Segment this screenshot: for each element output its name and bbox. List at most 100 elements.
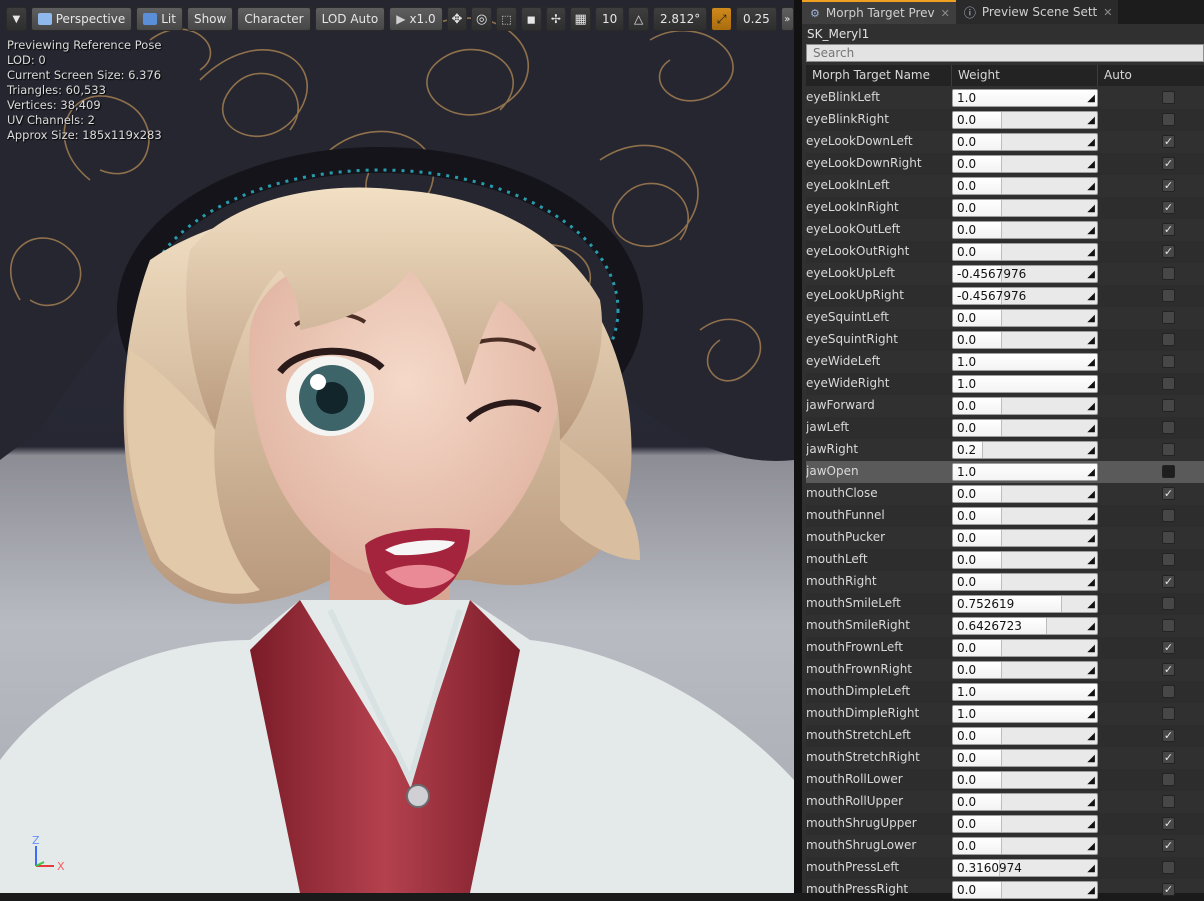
- weight-spinbox[interactable]: 0.0 ◢: [952, 749, 1098, 767]
- search-input[interactable]: [806, 44, 1204, 62]
- auto-checkbox[interactable]: ✓: [1162, 817, 1175, 830]
- weight-spinbox[interactable]: 1.0 ◢: [952, 353, 1098, 371]
- viewport-menu-button[interactable]: ▼: [6, 7, 27, 31]
- auto-checkbox[interactable]: ✓: [1162, 729, 1175, 742]
- weight-spinbox[interactable]: 0.0 ◢: [952, 155, 1098, 173]
- weight-spinbox[interactable]: 0.0 ◢: [952, 639, 1098, 657]
- grid-size-button[interactable]: 10: [594, 7, 625, 31]
- auto-checkbox[interactable]: [1162, 773, 1175, 786]
- table-row[interactable]: eyeBlinkLeft 1.0 ◢: [806, 87, 1204, 109]
- table-row[interactable]: mouthRollUpper 0.0 ◢: [806, 791, 1204, 813]
- auto-checkbox[interactable]: ✓: [1162, 179, 1175, 192]
- weight-spinbox[interactable]: 1.0 ◢: [952, 375, 1098, 393]
- column-header-auto[interactable]: Auto: [1098, 65, 1204, 86]
- weight-spinbox[interactable]: 0.6426723 ◢: [952, 617, 1098, 635]
- character-button[interactable]: Character: [237, 7, 311, 31]
- auto-checkbox[interactable]: [1162, 553, 1175, 566]
- auto-checkbox[interactable]: ✓: [1162, 223, 1175, 236]
- weight-spinbox[interactable]: 0.0 ◢: [952, 419, 1098, 437]
- auto-checkbox[interactable]: [1162, 399, 1175, 412]
- weight-spinbox[interactable]: 0.0 ◢: [952, 815, 1098, 833]
- table-row[interactable]: mouthFrownLeft 0.0 ◢ ✓: [806, 637, 1204, 659]
- table-row[interactable]: eyeSquintLeft 0.0 ◢: [806, 307, 1204, 329]
- weight-spinbox[interactable]: 0.3160974 ◢: [952, 859, 1098, 877]
- table-row[interactable]: eyeLookInRight 0.0 ◢ ✓: [806, 197, 1204, 219]
- auto-checkbox[interactable]: [1162, 619, 1175, 632]
- table-row[interactable]: jawForward 0.0 ◢: [806, 395, 1204, 417]
- weight-spinbox[interactable]: 0.0 ◢: [952, 551, 1098, 569]
- auto-checkbox[interactable]: ✓: [1162, 663, 1175, 676]
- weight-spinbox[interactable]: 0.0 ◢: [952, 573, 1098, 591]
- table-row[interactable]: mouthPressRight 0.0 ◢ ✓: [806, 879, 1204, 901]
- angle-size-button[interactable]: 2.812°: [652, 7, 708, 31]
- weight-spinbox[interactable]: 1.0 ◢: [952, 705, 1098, 723]
- playback-speed-button[interactable]: ▶ x1.0: [389, 7, 443, 31]
- weight-spinbox[interactable]: 0.0 ◢: [952, 793, 1098, 811]
- scale-mode-button[interactable]: ⬚: [496, 7, 517, 31]
- table-row[interactable]: mouthShrugUpper 0.0 ◢ ✓: [806, 813, 1204, 835]
- auto-checkbox[interactable]: ✓: [1162, 135, 1175, 148]
- auto-checkbox[interactable]: [1162, 267, 1175, 280]
- weight-spinbox[interactable]: 0.2 ◢: [952, 441, 1098, 459]
- auto-checkbox[interactable]: [1162, 509, 1175, 522]
- table-row[interactable]: mouthRollLower 0.0 ◢: [806, 769, 1204, 791]
- table-row[interactable]: eyeLookInLeft 0.0 ◢ ✓: [806, 175, 1204, 197]
- table-row[interactable]: eyeLookDownRight 0.0 ◢ ✓: [806, 153, 1204, 175]
- auto-checkbox[interactable]: [1162, 311, 1175, 324]
- surface-snap-button[interactable]: ◼: [520, 7, 542, 31]
- show-button[interactable]: Show: [186, 7, 234, 31]
- table-row[interactable]: mouthStretchLeft 0.0 ◢ ✓: [806, 725, 1204, 747]
- tab-morph-target-preview[interactable]: ⚙ Morph Target Prev ✕: [802, 0, 956, 24]
- weight-spinbox[interactable]: 0.0 ◢: [952, 309, 1098, 327]
- weight-spinbox[interactable]: 0.0 ◢: [952, 397, 1098, 415]
- lit-button[interactable]: Lit: [136, 7, 183, 31]
- table-row[interactable]: eyeLookUpLeft -0.4567976 ◢: [806, 263, 1204, 285]
- table-row[interactable]: mouthDimpleLeft 1.0 ◢: [806, 681, 1204, 703]
- weight-spinbox[interactable]: -0.4567976 ◢: [952, 265, 1098, 283]
- close-icon[interactable]: ✕: [1103, 6, 1112, 19]
- auto-checkbox[interactable]: [1162, 377, 1175, 390]
- table-row[interactable]: mouthPucker 0.0 ◢: [806, 527, 1204, 549]
- scale-size-button[interactable]: 0.25: [736, 7, 777, 31]
- table-row[interactable]: mouthDimpleRight 1.0 ◢: [806, 703, 1204, 725]
- table-row[interactable]: jawOpen 1.0 ◢: [806, 461, 1204, 483]
- auto-checkbox[interactable]: ✓: [1162, 157, 1175, 170]
- column-header-weight[interactable]: Weight: [952, 65, 1098, 86]
- auto-checkbox[interactable]: [1162, 91, 1175, 104]
- weight-spinbox[interactable]: 1.0 ◢: [952, 463, 1098, 481]
- table-row[interactable]: eyeLookUpRight -0.4567976 ◢: [806, 285, 1204, 307]
- auto-checkbox[interactable]: [1162, 685, 1175, 698]
- close-icon[interactable]: ✕: [941, 7, 950, 20]
- auto-checkbox[interactable]: ✓: [1162, 201, 1175, 214]
- weight-spinbox[interactable]: 0.0 ◢: [952, 837, 1098, 855]
- scale-snap-toggle[interactable]: ⤢: [711, 7, 733, 31]
- weight-spinbox[interactable]: 1.0 ◢: [952, 683, 1098, 701]
- table-row[interactable]: mouthFrownRight 0.0 ◢ ✓: [806, 659, 1204, 681]
- auto-checkbox[interactable]: ✓: [1162, 641, 1175, 654]
- auto-checkbox[interactable]: [1162, 443, 1175, 456]
- auto-checkbox[interactable]: ✓: [1162, 487, 1175, 500]
- auto-checkbox[interactable]: ✓: [1162, 751, 1175, 764]
- column-header-name[interactable]: Morph Target Name: [806, 65, 952, 86]
- weight-spinbox[interactable]: 0.0 ◢: [952, 199, 1098, 217]
- weight-spinbox[interactable]: 0.0 ◢: [952, 661, 1098, 679]
- table-row[interactable]: eyeBlinkRight 0.0 ◢: [806, 109, 1204, 131]
- auto-checkbox[interactable]: [1162, 597, 1175, 610]
- table-row[interactable]: jawRight 0.2 ◢: [806, 439, 1204, 461]
- table-row[interactable]: mouthSmileLeft 0.752619 ◢: [806, 593, 1204, 615]
- weight-spinbox[interactable]: 0.0 ◢: [952, 507, 1098, 525]
- table-row[interactable]: mouthShrugLower 0.0 ◢ ✓: [806, 835, 1204, 857]
- lod-button[interactable]: LOD Auto: [314, 7, 386, 31]
- snap-button[interactable]: ✢: [545, 7, 567, 31]
- auto-checkbox[interactable]: [1162, 465, 1175, 478]
- table-row[interactable]: mouthClose 0.0 ◢ ✓: [806, 483, 1204, 505]
- auto-checkbox[interactable]: [1162, 289, 1175, 302]
- grid-snap-toggle[interactable]: ▦: [570, 7, 591, 31]
- table-row[interactable]: eyeLookOutRight 0.0 ◢ ✓: [806, 241, 1204, 263]
- perspective-button[interactable]: Perspective: [30, 7, 133, 31]
- auto-checkbox[interactable]: ✓: [1162, 575, 1175, 588]
- table-row[interactable]: mouthFunnel 0.0 ◢: [806, 505, 1204, 527]
- table-row[interactable]: eyeLookDownLeft 0.0 ◢ ✓: [806, 131, 1204, 153]
- weight-spinbox[interactable]: 0.0 ◢: [952, 771, 1098, 789]
- weight-spinbox[interactable]: 0.0 ◢: [952, 881, 1098, 899]
